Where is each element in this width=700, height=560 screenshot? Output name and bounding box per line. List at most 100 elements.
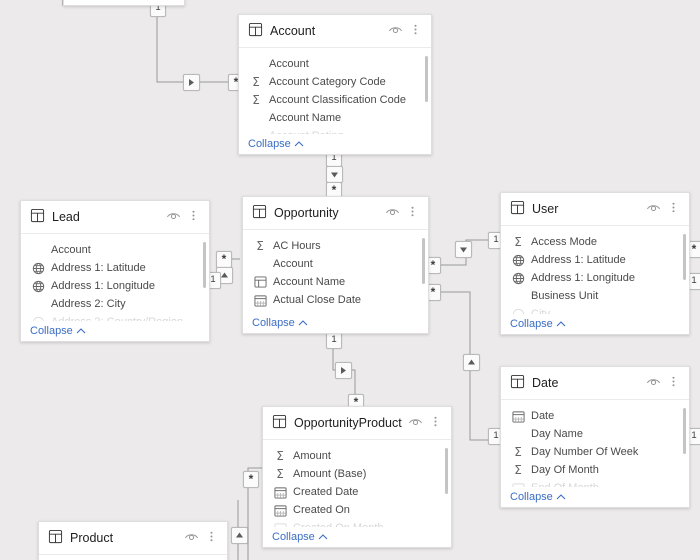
field-list[interactable]: Account ΣAccount Category Code ΣAccount … (239, 48, 431, 134)
more-vertical-icon[interactable] (429, 414, 442, 432)
field-list[interactable]: Account Address 1: Latitude Address 1: L… (21, 234, 209, 321)
eye-hide-icon[interactable] (388, 22, 403, 40)
eye-hide-icon[interactable] (184, 529, 199, 547)
table-card-opportunityproduct[interactable]: OpportunityProduct ΣAmount ΣAmount (Base… (262, 406, 452, 548)
sigma-icon: Σ (510, 463, 526, 477)
table-card-lead[interactable]: Lead Account Address 1: Latitude Address… (20, 200, 210, 342)
scrollbar-thumb[interactable] (445, 448, 448, 494)
field-row[interactable]: Business Unit (501, 287, 689, 305)
field-row[interactable]: Actual Close Date (243, 291, 428, 309)
card-footer: Collapse (501, 487, 689, 507)
table-icon (48, 529, 63, 547)
more-vertical-icon[interactable] (409, 22, 422, 40)
more-vertical-icon[interactable] (406, 204, 419, 222)
globe-icon (30, 261, 46, 275)
card-header[interactable]: Product (39, 522, 227, 555)
field-row[interactable]: End Of Month (501, 479, 689, 487)
field-row[interactable]: ΣAmount (263, 447, 451, 465)
scrollbar-thumb[interactable] (425, 56, 428, 102)
collapse-label: Collapse (248, 138, 291, 150)
eye-hide-icon[interactable] (385, 204, 400, 222)
field-label: Actual Revenue (273, 312, 351, 313)
table-card-offscreen-top[interactable] (63, 0, 185, 6)
field-list[interactable]: ΣAC Hours Account Account Name Actual Cl… (243, 230, 428, 313)
card-header[interactable]: User (501, 193, 689, 226)
table-card-user[interactable]: User ΣAccess Mode Address 1: Latitude Ad… (500, 192, 690, 335)
field-row[interactable]: Account (239, 55, 431, 73)
field-label: Amount (293, 450, 331, 462)
field-row[interactable]: ΣAmount (Base) (263, 465, 451, 483)
eye-hide-icon[interactable] (166, 208, 181, 226)
field-row[interactable]: ΣActual Revenue (243, 309, 428, 313)
scrollbar-thumb[interactable] (683, 408, 686, 454)
table-card-opportunity[interactable]: Opportunity ΣAC Hours Account Account Na… (242, 196, 429, 334)
collapse-label: Collapse (252, 317, 295, 329)
field-list[interactable]: ΣAmount ΣAmount (Base) Created Date Crea… (263, 440, 451, 527)
more-vertical-icon[interactable] (205, 529, 218, 547)
table-card-date[interactable]: Date Date Day Name ΣDay Number Of Week Σ… (500, 366, 690, 508)
model-diagram-canvas[interactable]: 1 * 1 * * 1 1 * * 1 * 1 * * 1 1 Accoun (0, 0, 700, 560)
eye-hide-icon[interactable] (646, 374, 661, 392)
scrollbar-thumb[interactable] (683, 234, 686, 280)
card-header[interactable]: Lead (21, 201, 209, 234)
table-icon (248, 22, 263, 40)
field-row[interactable]: Account (21, 241, 209, 259)
scrollbar-thumb[interactable] (422, 238, 425, 284)
more-vertical-icon[interactable] (187, 208, 200, 226)
collapse-button[interactable]: Collapse (252, 317, 308, 329)
field-row[interactable]: ΣAC Hours (243, 237, 428, 255)
collapse-button[interactable]: Collapse (30, 325, 86, 337)
field-row[interactable]: Created On (263, 501, 451, 519)
table-icon (272, 414, 287, 432)
scrollbar-thumb[interactable] (203, 242, 206, 288)
eye-hide-icon[interactable] (408, 414, 423, 432)
field-row[interactable]: Address 1: Longitude (21, 277, 209, 295)
arrow-down-icon (455, 241, 472, 258)
chevron-up-icon (556, 493, 566, 501)
field-row[interactable]: Address 1: Latitude (501, 251, 689, 269)
card-footer: Collapse (239, 134, 431, 154)
collapse-button[interactable]: Collapse (272, 531, 328, 543)
field-row[interactable]: Account Rating (239, 127, 431, 134)
field-row[interactable]: Account Name (239, 109, 431, 127)
collapse-label: Collapse (272, 531, 315, 543)
collapse-button[interactable]: Collapse (248, 138, 304, 150)
card-header[interactable]: OpportunityProduct (263, 407, 451, 440)
field-row[interactable]: ΣDay Number Of Week (501, 443, 689, 461)
field-row[interactable]: ΣAccount Classification Code (239, 91, 431, 109)
card-header[interactable]: Account (239, 15, 431, 48)
more-vertical-icon[interactable] (667, 374, 680, 392)
field-row[interactable]: Account (243, 255, 428, 273)
field-list[interactable] (39, 555, 227, 560)
field-label: Address 1: Latitude (51, 262, 146, 274)
table-name: User (532, 202, 642, 216)
eye-hide-icon[interactable] (646, 200, 661, 218)
field-row[interactable]: ΣDay Of Month (501, 461, 689, 479)
field-row[interactable]: Created Date (263, 483, 451, 501)
field-row[interactable]: Account Name (243, 273, 428, 291)
field-row[interactable]: Created On Month (263, 519, 451, 527)
field-row[interactable]: Address 2: Country/Region (21, 313, 209, 321)
field-list[interactable]: Date Day Name ΣDay Number Of Week ΣDay O… (501, 400, 689, 487)
card-header[interactable]: Date (501, 367, 689, 400)
field-row[interactable]: Address 2: City (21, 295, 209, 313)
field-list[interactable]: ΣAccess Mode Address 1: Latitude Address… (501, 226, 689, 314)
field-row[interactable]: Address 1: Latitude (21, 259, 209, 277)
field-row[interactable]: Address 1: Longitude (501, 269, 689, 287)
field-label: City (531, 308, 550, 314)
field-row[interactable]: Day Name (501, 425, 689, 443)
sigma-icon: Σ (252, 239, 268, 253)
table-card-product[interactable]: Product (38, 521, 228, 560)
collapse-button[interactable]: Collapse (510, 491, 566, 503)
field-label: Account (51, 244, 91, 256)
globe-icon (510, 253, 526, 267)
field-row[interactable]: ΣAccount Category Code (239, 73, 431, 91)
field-row[interactable]: City (501, 305, 689, 314)
more-vertical-icon[interactable] (667, 200, 680, 218)
card-header[interactable]: Opportunity (243, 197, 428, 230)
sigma-icon: Σ (248, 93, 264, 107)
field-row[interactable]: ΣAccess Mode (501, 233, 689, 251)
field-row[interactable]: Date (501, 407, 689, 425)
table-card-account[interactable]: Account Account ΣAccount Category Code Σ… (238, 14, 432, 155)
collapse-button[interactable]: Collapse (510, 318, 566, 330)
